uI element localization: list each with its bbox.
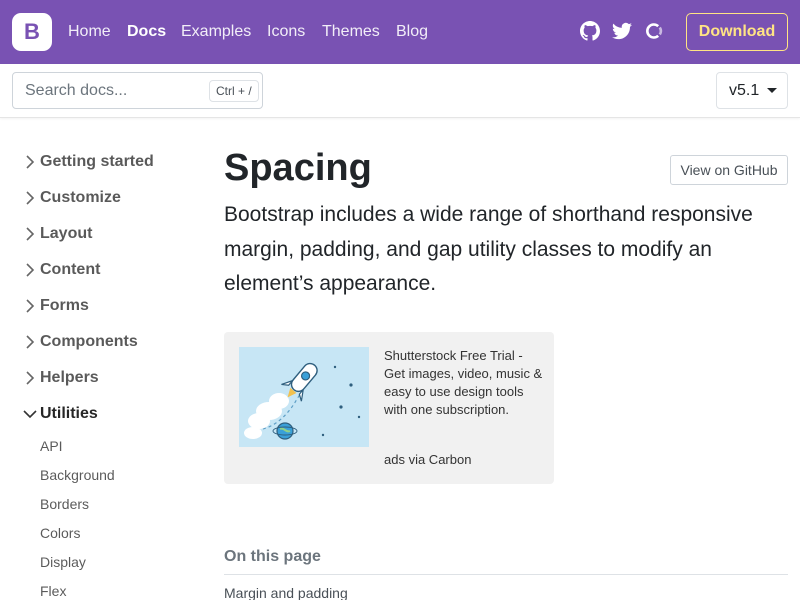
chevron-down-icon: [23, 410, 37, 419]
sidebar-section-label: Getting started: [40, 153, 154, 170]
github-icon[interactable]: [580, 21, 600, 41]
sidebar-section-utilities[interactable]: Utilities: [22, 402, 202, 426]
sidebar-item-display[interactable]: Display: [40, 552, 86, 572]
docs-sidebar: Getting started Customize Layout Content…: [0, 118, 210, 600]
chevron-right-icon: [26, 155, 35, 169]
version-dropdown[interactable]: v5.1: [716, 72, 788, 109]
caret-down-icon: [767, 88, 777, 93]
sidebar-section-forms[interactable]: Forms: [22, 294, 202, 318]
sidebar-item-api[interactable]: API: [40, 436, 63, 456]
chevron-right-icon: [26, 227, 35, 241]
nav-link-icons[interactable]: Icons: [267, 21, 305, 43]
sidebar-item-colors[interactable]: Colors: [40, 523, 80, 543]
twitter-icon[interactable]: [612, 21, 632, 41]
toc-divider: [224, 574, 788, 575]
chevron-right-icon: [26, 299, 35, 313]
toc-title: On this page: [224, 548, 321, 565]
sidebar-section-helpers[interactable]: Helpers: [22, 366, 202, 390]
sidebar-section-label: Layout: [40, 225, 93, 242]
search-shortcut-hint: Ctrl + /: [209, 80, 259, 102]
nav-link-blog[interactable]: Blog: [396, 21, 428, 43]
sidebar-section-label: Customize: [40, 189, 121, 206]
sidebar-section-content[interactable]: Content: [22, 258, 202, 282]
sidebar-section-label: Components: [40, 333, 138, 350]
ads-via-carbon-link[interactable]: ads via Carbon: [384, 451, 471, 469]
search-input[interactable]: Search docs... Ctrl + /: [12, 72, 263, 109]
sidebar-section-label: Forms: [40, 297, 89, 314]
view-on-github-button[interactable]: View on GitHub: [670, 155, 788, 185]
sidebar-section-getting-started[interactable]: Getting started: [22, 150, 202, 174]
version-label: v5.1: [729, 82, 760, 99]
opencollective-icon[interactable]: [644, 21, 664, 41]
chevron-right-icon: [26, 263, 35, 277]
bootstrap-logo[interactable]: B: [12, 13, 52, 51]
chevron-right-icon: [26, 191, 35, 205]
nav-link-examples[interactable]: Examples: [181, 21, 251, 43]
nav-link-themes[interactable]: Themes: [322, 21, 380, 43]
sidebar-section-label: Utilities: [40, 405, 98, 422]
page-title: Spacing: [224, 147, 372, 189]
top-navbar: B Home Docs Examples Icons Themes Blog D…: [0, 0, 800, 64]
search-placeholder: Search docs...: [25, 82, 128, 99]
chevron-right-icon: [26, 371, 35, 385]
download-button[interactable]: Download: [686, 13, 788, 51]
bootstrap-logo-letter: B: [24, 19, 40, 44]
sidebar-section-label: Content: [40, 261, 101, 278]
nav-link-docs[interactable]: Docs: [127, 21, 166, 43]
ad-text[interactable]: Shutterstock Free Trial - Get images, vi…: [384, 347, 544, 419]
carbon-ad: Shutterstock Free Trial - Get images, vi…: [224, 332, 554, 484]
toc-link-margin-and-padding[interactable]: Margin and padding: [224, 583, 348, 600]
ad-image[interactable]: [239, 347, 369, 447]
sidebar-section-customize[interactable]: Customize: [22, 186, 202, 210]
sidebar-section-components[interactable]: Components: [22, 330, 202, 354]
page-lead: Bootstrap includes a wide range of short…: [224, 203, 753, 295]
sidebar-item-borders[interactable]: Borders: [40, 494, 89, 514]
sidebar-item-background[interactable]: Background: [40, 465, 115, 485]
sidebar-section-layout[interactable]: Layout: [22, 222, 202, 246]
chevron-right-icon: [26, 335, 35, 349]
sidebar-section-label: Helpers: [40, 369, 99, 386]
rocket-illustration: [239, 347, 369, 447]
docs-subnav: Search docs... Ctrl + / v5.1: [0, 64, 800, 118]
nav-link-home[interactable]: Home: [68, 21, 111, 43]
sidebar-item-flex[interactable]: Flex: [40, 581, 66, 600]
